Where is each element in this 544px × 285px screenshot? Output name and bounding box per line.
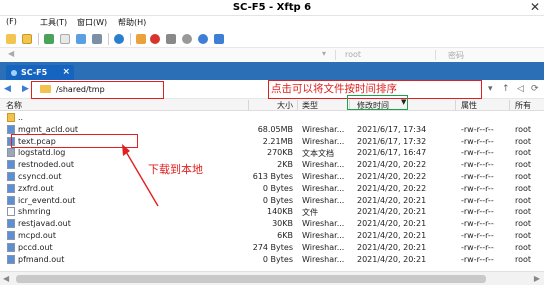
scroll-left-icon[interactable]: ◀	[3, 274, 9, 283]
horizontal-scrollbar[interactable]: ◀ ▶	[0, 271, 544, 285]
download-arrow	[122, 144, 159, 207]
scroll-right-icon[interactable]: ▶	[534, 274, 540, 283]
scrollbar-thumb[interactable]	[16, 275, 486, 283]
